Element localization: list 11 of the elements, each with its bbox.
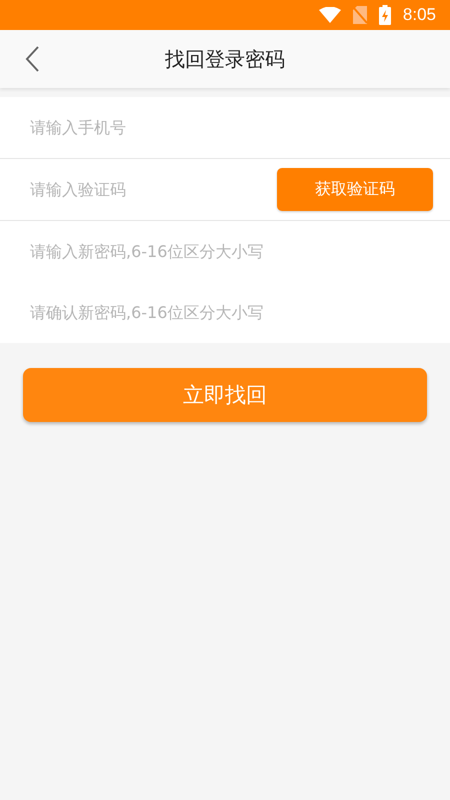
wifi-icon — [318, 7, 341, 23]
no-sim-icon — [352, 6, 367, 24]
page-title: 找回登录密码 — [165, 46, 285, 72]
status-time: 8:05 — [402, 5, 436, 25]
battery-icon — [378, 5, 391, 25]
submit-button[interactable]: 立即找回 — [23, 368, 427, 422]
input-field[interactable]: 请输入手机号 — [17, 108, 433, 148]
input-field[interactable]: 请确认新密码,6-16位区分大小写 — [17, 292, 433, 332]
input-field[interactable]: 请输入新密码,6-16位区分大小写 — [17, 232, 433, 272]
input-field[interactable]: 请输入验证码 — [17, 170, 277, 210]
get-code-button[interactable]: 获取验证码 — [277, 168, 433, 211]
